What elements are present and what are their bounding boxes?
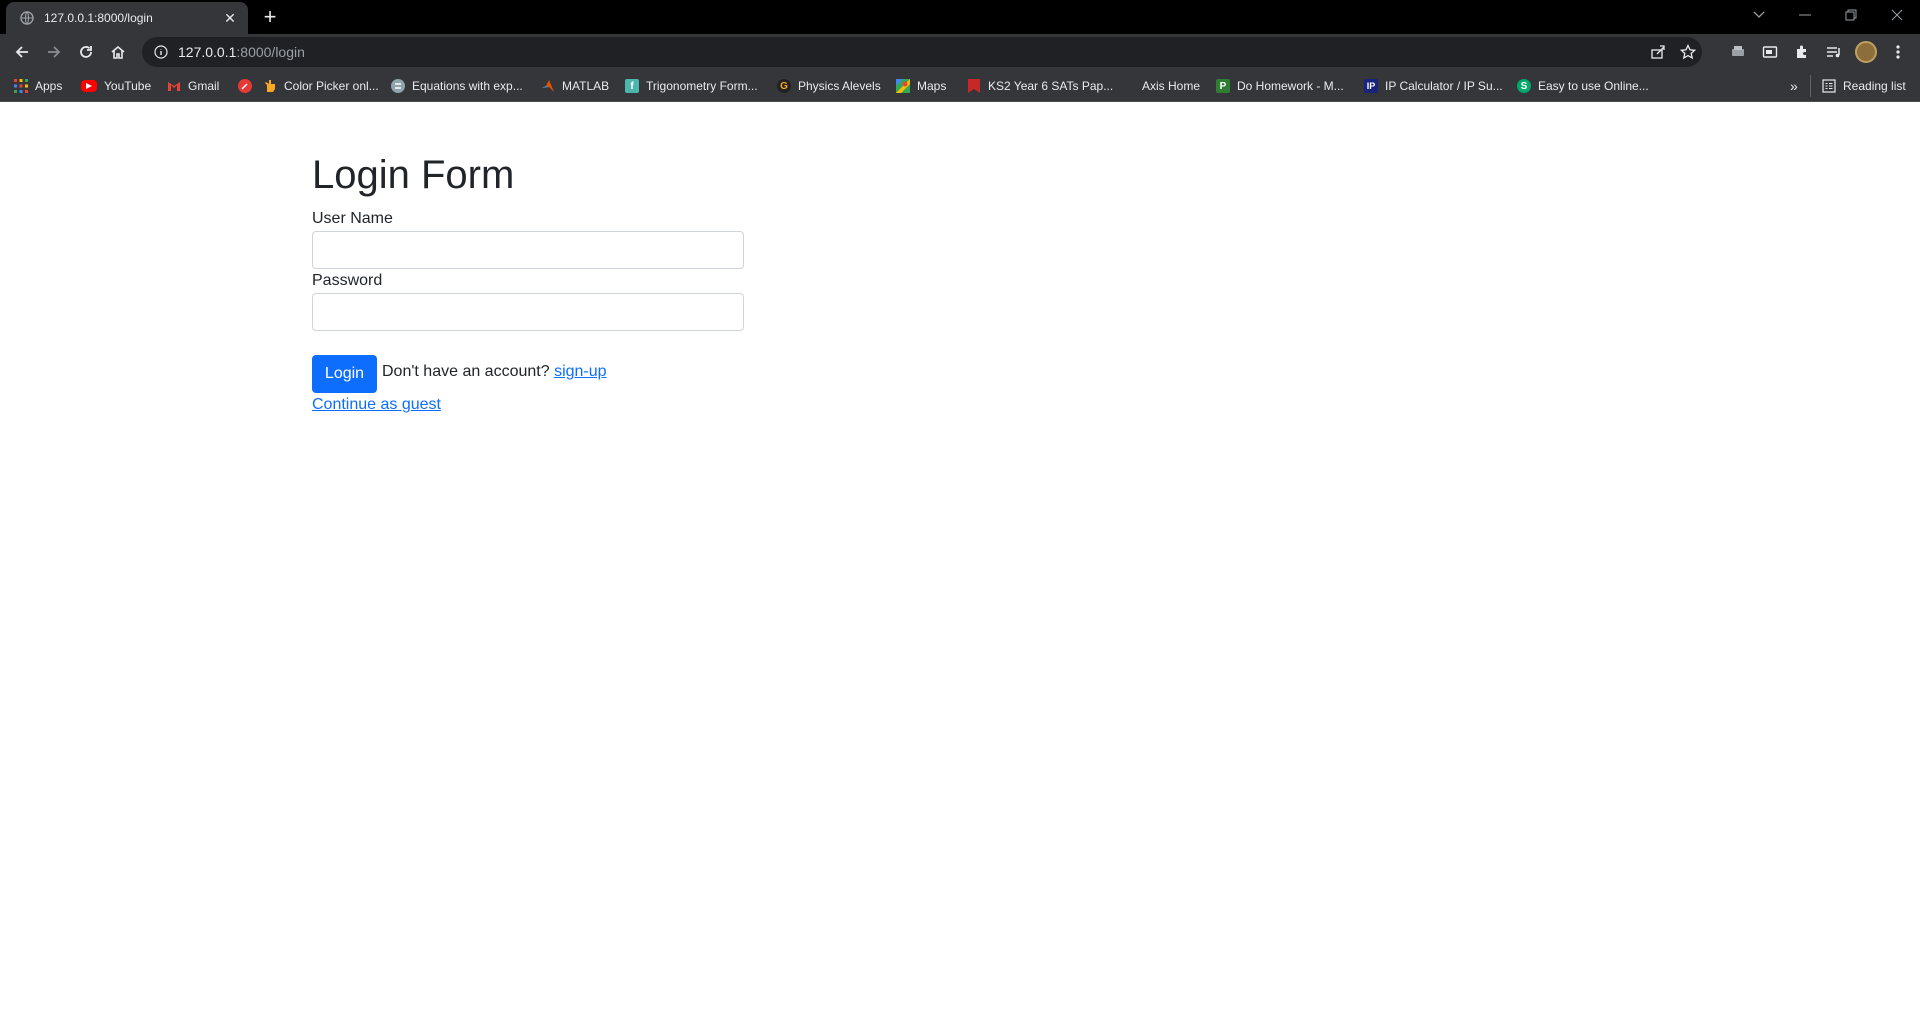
menu-kebab-icon[interactable] (1884, 38, 1912, 66)
matlab-icon (541, 79, 555, 93)
tab-title: 127.0.0.1:8000/login (44, 11, 153, 25)
homework-icon: P (1216, 79, 1230, 93)
extension-printer-icon[interactable] (1724, 38, 1752, 66)
reading-list-button[interactable]: Reading list (1822, 77, 1906, 95)
signup-link[interactable]: sign-up (554, 363, 606, 380)
reading-list-icon (1822, 79, 1836, 93)
username-field[interactable] (312, 231, 744, 269)
gmail-icon (167, 79, 181, 93)
close-tab-icon[interactable]: ✕ (222, 10, 238, 26)
reading-list-label: Reading list (1843, 79, 1906, 93)
bookmark-youtube[interactable]: YouTube (81, 77, 151, 95)
no-account-text: Don't have an account? (382, 363, 555, 380)
globe-icon (20, 11, 34, 25)
avatar[interactable] (1852, 38, 1880, 66)
url-path: :8000/login (236, 44, 305, 60)
bookmarks-bar: Apps YouTube Gmail Color Picker onl... E… (0, 70, 1920, 102)
bookmark-apps[interactable]: Apps (14, 77, 62, 95)
reload-icon[interactable] (72, 38, 100, 66)
bookmark-label: Do Homework - M... (1237, 79, 1344, 93)
username-label: User Name (312, 210, 393, 227)
bookmarks-overflow-icon[interactable]: » (1790, 77, 1798, 95)
bookmark-axis-home[interactable]: Axis Home (1142, 77, 1200, 95)
url-host: 127.0.0.1 (178, 44, 237, 60)
youtube-icon (81, 80, 97, 92)
password-field[interactable] (312, 293, 744, 331)
maps-icon (896, 79, 910, 93)
new-tab-icon[interactable]: + (258, 6, 282, 30)
bookmark-label: Physics Alevels (798, 79, 881, 93)
back-arrow-icon[interactable] (8, 38, 36, 66)
extensions-puzzle-icon[interactable] (1788, 38, 1816, 66)
media-queue-icon[interactable] (1820, 38, 1848, 66)
bookmark-trigonometry[interactable]: f Trigonometry Form... (625, 77, 758, 95)
bookmark-label: Apps (35, 79, 63, 93)
browser-tab-strip: 127.0.0.1:8000/login ✕ + (0, 0, 1920, 34)
bookmark-label: Equations with exp... (412, 79, 523, 93)
browser-tab[interactable]: 127.0.0.1:8000/login ✕ (6, 2, 248, 34)
tab-search-icon[interactable] (1736, 0, 1782, 30)
forward-arrow-icon[interactable] (40, 38, 68, 66)
hand-icon (263, 79, 277, 93)
bookmark-do-homework[interactable]: P Do Homework - M... (1216, 77, 1344, 95)
share-icon[interactable] (1650, 44, 1666, 60)
bookmark-ks2[interactable]: KS2 Year 6 SATs Pap... (967, 77, 1113, 95)
ks2-icon (967, 79, 981, 93)
bookmark-label: KS2 Year 6 SATs Pap... (988, 79, 1114, 93)
ip-icon: IP (1364, 79, 1378, 93)
bookmark-equations[interactable]: Equations with exp... (391, 77, 523, 95)
bookmark-gmail[interactable]: Gmail (167, 77, 219, 95)
bookmark-maps[interactable]: Maps (896, 77, 946, 95)
page-content: Login Form User Name Password Login Don'… (0, 103, 1920, 1032)
bookmark-color-picker-tool[interactable] (238, 77, 259, 95)
easy-icon: S (1517, 79, 1531, 93)
page-title: Login Form (312, 153, 515, 197)
bookmark-easy-online[interactable]: S Easy to use Online... (1517, 77, 1649, 95)
signup-prompt: Don't have an account? sign-up (382, 363, 607, 381)
restore-icon[interactable] (1828, 0, 1874, 30)
bookmark-matlab[interactable]: MATLAB (541, 77, 609, 95)
login-button[interactable]: Login (312, 355, 377, 393)
bookmark-label: Color Picker onl... (284, 79, 379, 93)
home-icon[interactable] (104, 38, 132, 66)
close-window-icon[interactable] (1874, 0, 1920, 30)
tab-capture-icon[interactable] (1756, 38, 1784, 66)
password-label: Password (312, 272, 383, 289)
site-info-icon[interactable] (154, 45, 168, 59)
browser-toolbar: 127.0.0.1:8000/login (0, 34, 1920, 70)
bookmark-label: Easy to use Online... (1538, 79, 1649, 93)
bookmark-star-icon[interactable] (1680, 44, 1696, 60)
bookmark-ip-calculator[interactable]: IP IP Calculator / IP Su... (1364, 77, 1503, 95)
apps-grid-icon (14, 79, 28, 93)
physics-icon: G (777, 79, 791, 93)
equations-icon (391, 79, 405, 93)
bookmark-label: Gmail (188, 79, 220, 93)
continue-as-guest-link[interactable]: Continue as guest (312, 396, 441, 414)
trig-icon: f (625, 79, 639, 93)
bookmark-label: IP Calculator / IP Su... (1385, 79, 1503, 93)
address-bar[interactable]: 127.0.0.1:8000/login (142, 37, 1702, 67)
bookmark-label: Axis Home (1142, 79, 1201, 93)
minimize-icon[interactable] (1782, 0, 1828, 30)
bookmark-label: Maps (917, 79, 947, 93)
bookmark-label: MATLAB (562, 79, 610, 93)
bookmark-label: Trigonometry Form... (646, 79, 758, 93)
color-picker-icon (238, 79, 252, 93)
bookmark-label: YouTube (104, 79, 152, 93)
bookmarks-divider (1810, 75, 1811, 97)
bookmark-color-picker[interactable]: Color Picker onl... (263, 77, 379, 95)
bookmark-physics[interactable]: G Physics Alevels (777, 77, 881, 95)
